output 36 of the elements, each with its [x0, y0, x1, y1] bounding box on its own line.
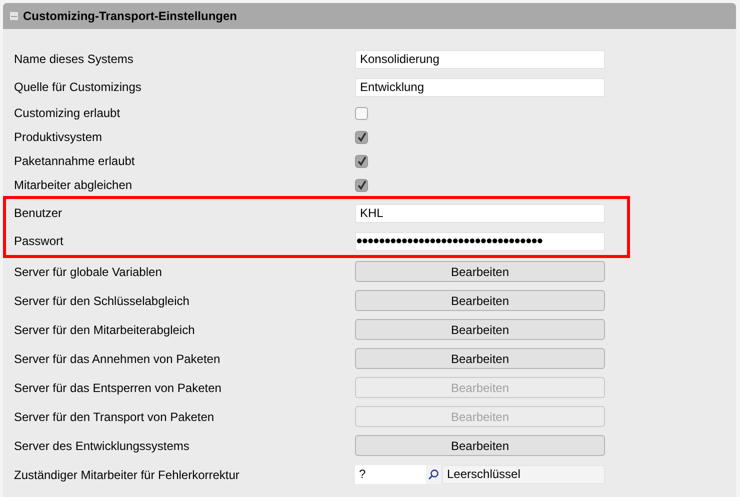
checkbox[interactable]: [355, 130, 368, 144]
field-label: Benutzer: [13, 205, 64, 222]
field-label: Server für globale Variablen: [13, 264, 163, 280]
checkmark-icon: [356, 156, 366, 166]
checkbox[interactable]: [355, 154, 368, 168]
edit-button[interactable]: Bearbeiten: [355, 435, 605, 456]
field-label: Zuständiger Mitarbeiter für Fehlerkorrektur: [13, 466, 240, 484]
field-label: Server für den Schlüsselabgleich: [13, 292, 190, 310]
field-label: Server des Entwicklungssystems: [13, 438, 190, 454]
field-label: Mitarbeiter abgleichen: [13, 177, 134, 194]
field-label: Server für den Transport von Paketen: [13, 408, 216, 426]
text-field[interactable]: Entwicklung: [355, 78, 605, 96]
field-label: Server für das Entsperren von Paketen: [13, 380, 222, 396]
password-field[interactable]: ●●●●●●●●●●●●●●●●●●●●●●●●●●●●●●●●●: [355, 232, 605, 250]
text-field[interactable]: Konsolidierung: [355, 50, 605, 68]
edit-button[interactable]: Bearbeiten: [355, 290, 605, 311]
edit-button[interactable]: Bearbeiten: [355, 348, 605, 369]
field-label: Paketannahme erlaubt: [13, 153, 136, 170]
checkmark-icon: [356, 180, 366, 190]
field-label: Produktivsystem: [13, 129, 104, 146]
search-icon: [428, 469, 439, 480]
field-label: Passwort: [13, 233, 64, 250]
edit-button[interactable]: Bearbeiten: [355, 261, 605, 282]
field-label: Customizing erlaubt: [13, 105, 122, 122]
panel-title: Customizing-Transport-Einstellungen: [23, 8, 238, 25]
field-label: Server für den Mitarbeiterabgleich: [13, 322, 196, 338]
key-field[interactable]: ?: [355, 465, 426, 484]
checkmark-icon: [356, 132, 366, 142]
field-label: Server für das Annehmen von Paketen: [13, 350, 222, 368]
field-label: Name dieses Systems: [13, 51, 134, 68]
checkbox[interactable]: [355, 106, 368, 120]
description-field: Leerschlüssel: [442, 465, 605, 484]
edit-button[interactable]: Bearbeiten: [355, 319, 605, 340]
checkbox[interactable]: [355, 178, 368, 192]
field-label: Quelle für Customizings: [13, 79, 142, 96]
text-field[interactable]: KHL: [355, 204, 605, 222]
